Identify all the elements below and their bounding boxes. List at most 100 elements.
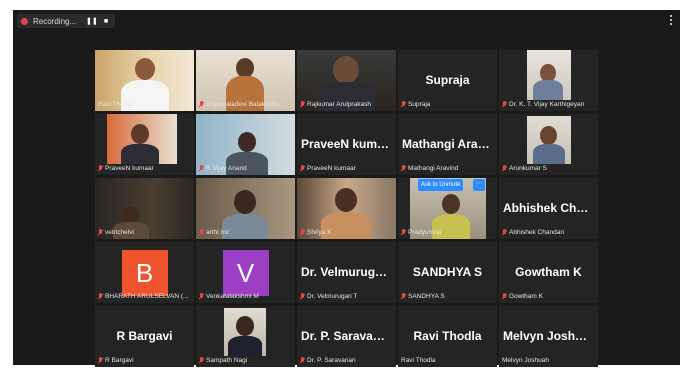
participant-more-button[interactable]: ··· [473, 179, 485, 191]
participant-head [234, 190, 256, 214]
participant-display-name: Ravi Thodla [413, 329, 482, 344]
participant-name-label: Arunkumar S [502, 165, 595, 172]
participant-name-label: R Vijay Anand [199, 165, 292, 172]
participant-tile[interactable]: Shyamaladevi Balakrishn... [196, 50, 295, 111]
muted-mic-icon [300, 101, 305, 108]
participant-display-name: Gowtham K [515, 265, 582, 280]
participant-tile[interactable]: Sampath Nagi [196, 306, 295, 367]
participant-tile[interactable]: Dr. K. T. Vijay Karthigeyan [499, 50, 598, 111]
stop-recording-button[interactable]: ■ [101, 18, 111, 25]
participant-name-label: Mathangi Aravind [401, 165, 494, 172]
participant-display-name: Abhishek Chan... [503, 201, 598, 216]
video-frame [224, 308, 266, 356]
muted-mic-icon [98, 229, 103, 236]
participant-tile[interactable]: Arunkumar S [499, 114, 598, 175]
participant-display-name: Melvyn Joshuah [503, 329, 597, 344]
participant-tile[interactable]: Melvyn Joshuah Melvyn Joshuah [499, 306, 598, 367]
recording-bar: Recording... ❚❚ ■ [17, 14, 115, 28]
participant-body [121, 144, 159, 164]
participant-name-label: Rajkumar Arulprakash [300, 101, 393, 108]
participant-tile[interactable]: Ask to Unmute ··· Pradyumna [398, 178, 497, 239]
participant-name-label: Pradyumna [401, 229, 494, 236]
participant-name-label: Dr. K. T. Vijay Karthigeyan [502, 101, 595, 108]
participant-tile[interactable]: Mathangi Aravi... Mathangi Aravind [398, 114, 497, 175]
participant-head [236, 316, 254, 336]
participant-name-label: Supraja [401, 101, 494, 108]
participant-tile[interactable]: SANDHYA S SANDHYA S [398, 242, 497, 303]
participant-name-label: SANDHYA S [401, 293, 494, 300]
participant-name-label: Dr. P. Saravanan [300, 357, 393, 364]
more-options-icon[interactable] [670, 15, 676, 25]
meeting-window: Recording... ❚❚ ■ Ravi Thodla Shyamalade… [13, 10, 680, 367]
muted-mic-icon [502, 165, 507, 172]
muted-mic-icon [199, 101, 204, 108]
participant-tile[interactable]: arthi mc [196, 178, 295, 239]
muted-mic-icon [300, 293, 305, 300]
muted-mic-icon [502, 101, 507, 108]
participant-tile[interactable]: Dr. Velmurugan T Dr. Velmurugan T [297, 242, 396, 303]
participant-name-label: Shriya K [300, 229, 393, 236]
participant-head [540, 126, 557, 145]
participant-tile[interactable]: V Venkatalakshmi M [196, 242, 295, 303]
participant-name-label: Ravi Thodla [401, 357, 436, 364]
participant-display-name: Dr. P. Saravanan [301, 329, 395, 344]
participant-avatar: V [222, 250, 269, 296]
participant-head [131, 124, 149, 144]
participant-head [335, 188, 357, 212]
participant-display-name: R Bargavi [116, 329, 173, 344]
muted-mic-icon [401, 229, 406, 236]
muted-mic-icon [300, 165, 305, 172]
participant-body [228, 336, 262, 356]
participant-display-name: Dr. Velmurugan T [301, 265, 396, 280]
participant-name-label: Gowtham K [502, 293, 595, 300]
muted-mic-icon [502, 293, 507, 300]
participant-name-label: vetrichelvi [98, 229, 191, 236]
muted-mic-icon [300, 357, 305, 364]
participant-name-label: arthi mc [199, 229, 292, 236]
participant-tile[interactable]: Supraja Supraja [398, 50, 497, 111]
participant-tile[interactable]: B BHARATH ARULSELVAN (... [95, 242, 194, 303]
participant-name-label: Abhishek Chandan [502, 229, 595, 236]
participant-name-label: R Bargavi [98, 357, 191, 364]
muted-mic-icon [401, 293, 406, 300]
muted-mic-icon [199, 357, 204, 364]
participant-tile[interactable]: Rajkumar Arulprakash [297, 50, 396, 111]
pause-recording-button[interactable]: ❚❚ [86, 17, 98, 25]
participant-head [135, 58, 155, 80]
muted-mic-icon [199, 229, 204, 236]
participant-name-label: PraveeN kumaar [98, 165, 191, 172]
participant-name-label: Venkatalakshmi M [199, 293, 292, 300]
muted-mic-icon [300, 229, 305, 236]
participant-tile[interactable]: Abhishek Chan... Abhishek Chandan [499, 178, 598, 239]
participant-tile[interactable]: Ravi Thodla Ravi Thodla [398, 306, 497, 367]
participant-display-name: Mathangi Aravi... [402, 137, 497, 152]
participant-tile[interactable]: R Bargavi R Bargavi [95, 306, 194, 367]
participant-head [333, 56, 359, 84]
participant-body [533, 144, 565, 164]
participant-tile[interactable]: vetrichelvi [95, 178, 194, 239]
muted-mic-icon [98, 357, 103, 364]
video-frame [107, 114, 177, 164]
participant-tile[interactable]: PraveeN kumaar PraveeN kumaar [297, 114, 396, 175]
muted-mic-icon [401, 165, 406, 172]
participant-tile[interactable]: Shriya K [297, 178, 396, 239]
participant-avatar: B [121, 250, 168, 296]
muted-mic-icon [502, 229, 507, 236]
participant-head [238, 132, 256, 152]
participant-display-name: SANDHYA S [412, 265, 483, 280]
participant-tile[interactable]: Dr. P. Saravanan Dr. P. Saravanan [297, 306, 396, 367]
participant-tile[interactable]: PraveeN kumaar [95, 114, 194, 175]
participant-tile[interactable]: Gowtham K Gowtham K [499, 242, 598, 303]
participant-head [236, 58, 254, 78]
ask-to-unmute-button[interactable]: Ask to Unmute [418, 179, 464, 191]
participant-body [533, 80, 563, 100]
participant-tile[interactable]: R Vijay Anand [196, 114, 295, 175]
participant-name-label: Melvyn Joshuah [502, 357, 549, 364]
participant-name-label: Sampath Nagi [199, 357, 292, 364]
video-frame [527, 50, 571, 100]
participant-tile[interactable]: Ravi Thodla [95, 50, 194, 111]
participant-head [442, 194, 460, 214]
participant-name-label: Shyamaladevi Balakrishn... [199, 101, 292, 108]
participant-display-name: PraveeN kumaar [301, 137, 396, 152]
participant-name-label: Ravi Thodla [98, 101, 133, 108]
